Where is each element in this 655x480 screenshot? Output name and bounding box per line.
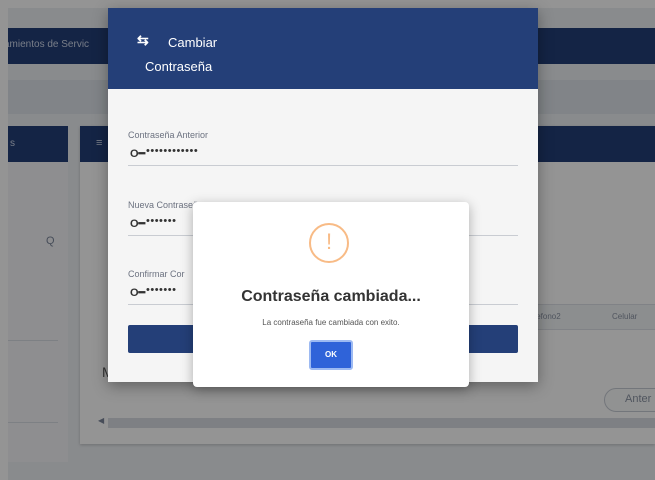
modal-title-line2: Contraseña [145, 59, 213, 74]
new-password-label: Nueva Contraseña [128, 200, 204, 210]
old-password-input[interactable]: •••••••••••• [146, 145, 446, 157]
key-icon: O━ [130, 287, 146, 299]
swap-icon: ⇆ [137, 32, 149, 48]
confirm-password-label: Confirmar Cor [128, 269, 185, 279]
success-alert: ! Contraseña cambiada... La contraseña f… [193, 202, 469, 387]
key-icon: O━ [130, 218, 146, 230]
key-icon: O━ [130, 148, 146, 160]
alert-text: La contraseña fue cambiada con exito. [262, 318, 400, 327]
ok-button[interactable]: OK [309, 340, 353, 370]
modal-header: ⇆ Cambiar Contraseña [108, 8, 538, 89]
old-password-label: Contraseña Anterior [128, 130, 209, 140]
alert-title: Contraseña cambiada... [241, 288, 421, 305]
field-underline [128, 165, 518, 166]
warning-icon: ! [309, 223, 349, 263]
warning-icon-glyph: ! [325, 229, 333, 254]
modal-title-line1: Cambiar [168, 35, 218, 50]
